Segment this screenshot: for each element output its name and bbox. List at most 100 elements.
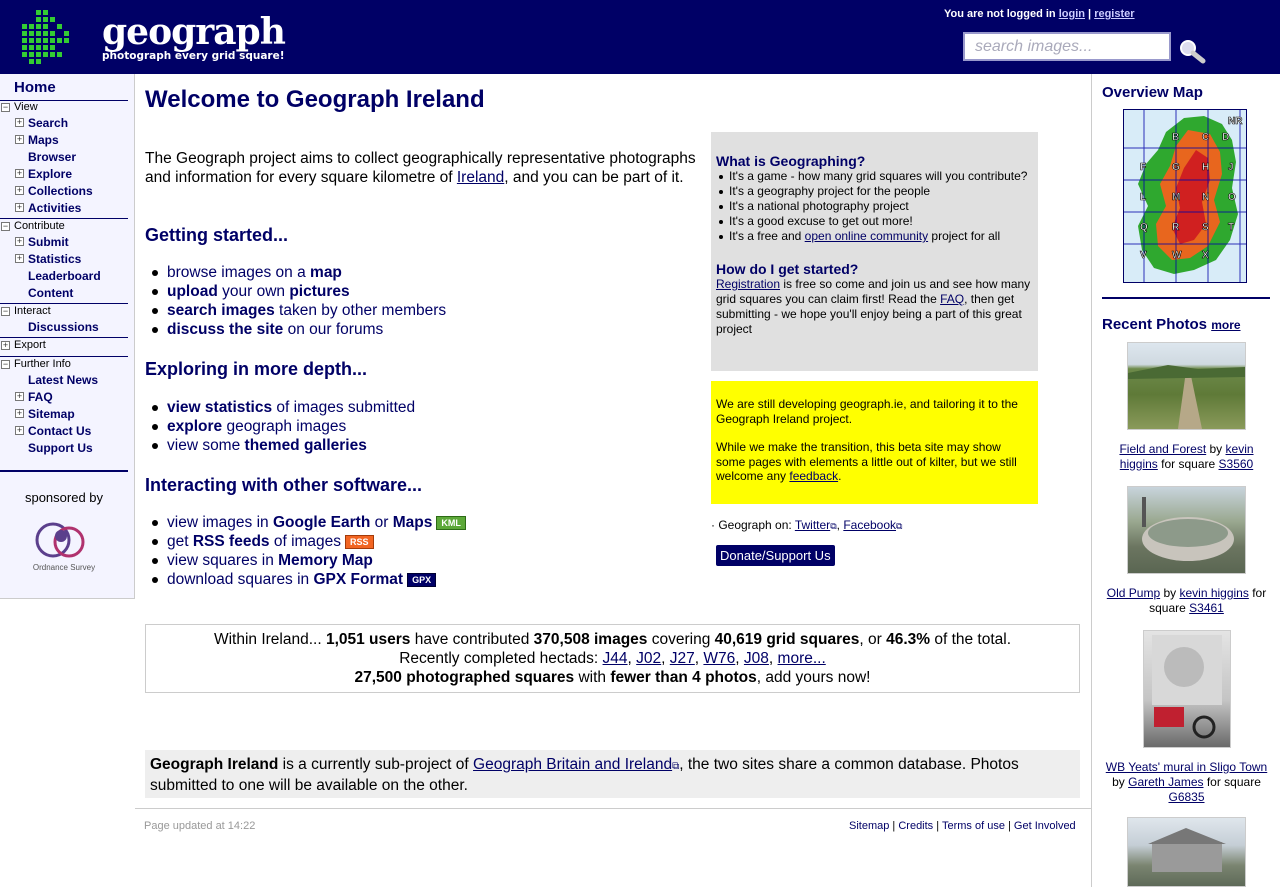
list-item[interactable]: explore geograph images bbox=[151, 417, 415, 436]
interacting-list: view images in Google Earth or Maps KML g… bbox=[152, 513, 466, 589]
photo-thumbnail[interactable] bbox=[1127, 486, 1246, 574]
right-sidebar: Overview Map NR B C D F G H J L M N O Q … bbox=[1091, 74, 1280, 887]
svg-text:F: F bbox=[1140, 162, 1146, 173]
list-item[interactable]: search images taken by other members bbox=[151, 301, 446, 320]
photo-title-link[interactable]: WB Yeats' mural in Sligo Town bbox=[1106, 760, 1267, 774]
nav-section-export bbox=[0, 337, 128, 338]
login-link[interactable]: login bbox=[1059, 8, 1085, 20]
photo-title-link[interactable]: Old Pump bbox=[1107, 586, 1160, 600]
getting-started-list: browse images on a map upload your own p… bbox=[151, 263, 446, 339]
ordnance-survey-logo[interactable]: Ordnance Survey bbox=[31, 520, 97, 572]
photo-title-link[interactable]: Field and Forest bbox=[1119, 442, 1206, 456]
list-item[interactable]: upload your own pictures bbox=[151, 282, 446, 301]
footer-credits-link[interactable]: Credits bbox=[898, 820, 933, 832]
hectad-link[interactable]: J27 bbox=[670, 650, 695, 667]
footer-terms-link[interactable]: Terms of use bbox=[942, 820, 1005, 832]
facebook-link[interactable]: Facebook bbox=[843, 518, 896, 532]
svg-text:W: W bbox=[1172, 250, 1182, 261]
nav-home-link[interactable]: Home bbox=[14, 79, 56, 96]
footer-sitemap-link[interactable]: Sitemap bbox=[849, 820, 889, 832]
photo-author-link[interactable]: kevin higgins bbox=[1179, 586, 1248, 600]
site-header: geograph photograph every grid square! Y… bbox=[0, 0, 1280, 74]
svg-text:M: M bbox=[1172, 192, 1180, 203]
list-item[interactable]: view images in Google Earth or Maps KML bbox=[152, 513, 466, 532]
photo-thumbnail[interactable] bbox=[1127, 342, 1246, 430]
search-input[interactable]: search images... bbox=[963, 32, 1171, 61]
photo-square-link[interactable]: G6835 bbox=[1168, 790, 1204, 804]
left-sidebar: Home − View + Search + Maps Browser + Explor… bbox=[0, 74, 135, 599]
list-item[interactable]: discuss the site on our forums bbox=[151, 320, 446, 339]
svg-text:Q: Q bbox=[1140, 222, 1148, 233]
social-comma: , bbox=[836, 518, 840, 532]
svg-text:R: R bbox=[1172, 222, 1180, 233]
footer-get-involved-link[interactable]: Get Involved bbox=[1014, 820, 1076, 832]
nav-section-further-info bbox=[0, 356, 128, 357]
login-separator: | bbox=[1088, 8, 1092, 20]
sponsor-label: sponsored by bbox=[24, 490, 104, 505]
what-heading: What is Geographing? bbox=[716, 153, 866, 169]
logo-tagline: photograph every grid square! bbox=[102, 50, 285, 62]
rss-badge[interactable]: RSS bbox=[345, 534, 374, 549]
pump-photo-image bbox=[1142, 497, 1234, 561]
recent-photo bbox=[1092, 817, 1280, 887]
hectad-link[interactable]: J08 bbox=[744, 650, 769, 667]
social-links: · Geograph on: Twitter⧉, Facebook⧉ bbox=[711, 518, 902, 532]
svg-text:H: H bbox=[1202, 162, 1209, 173]
beta-notice-p2: While we make the transition, this beta … bbox=[716, 440, 1017, 483]
community-link[interactable]: open online community bbox=[805, 229, 928, 243]
register-link[interactable]: register bbox=[1094, 8, 1134, 20]
more-hectads-link[interactable]: more... bbox=[778, 650, 826, 667]
feedback-link[interactable]: feedback bbox=[789, 469, 838, 483]
list-item[interactable]: view squares in Memory Map bbox=[152, 551, 466, 570]
search-button[interactable] bbox=[1175, 36, 1209, 66]
what-bullet: It's a geography project for the people bbox=[719, 184, 1033, 199]
svg-text:J: J bbox=[1228, 162, 1234, 173]
svg-text:Ordnance Survey: Ordnance Survey bbox=[33, 563, 95, 572]
twitter-link[interactable]: Twitter bbox=[795, 518, 830, 532]
list-item[interactable]: view statistics of images submitted bbox=[151, 398, 415, 417]
beta-notice-p1: We are still developing geograph.ie, and… bbox=[716, 397, 1018, 426]
intro-text-2: , and you can be part of it. bbox=[504, 169, 684, 186]
exploring-heading: Exploring in more depth... bbox=[145, 359, 368, 379]
photo-thumbnail[interactable] bbox=[1127, 817, 1246, 887]
donate-button[interactable]: Donate/Support Us bbox=[716, 545, 835, 566]
hectad-link[interactable]: J02 bbox=[636, 650, 661, 667]
intro-paragraph: The Geograph project aims to collect geo… bbox=[145, 149, 715, 187]
hectad-link[interactable]: J44 bbox=[603, 650, 628, 667]
barn-photo-image bbox=[1148, 828, 1226, 872]
geograph-britain-link[interactable]: Geograph Britain and Ireland bbox=[473, 756, 672, 773]
subproject-notice: Geograph Ireland is a currently sub-proj… bbox=[145, 750, 1080, 798]
photo-caption: WB Yeats' mural in Sligo Town by Gareth … bbox=[1105, 760, 1268, 804]
list-item[interactable]: get RSS feeds of images RSS bbox=[152, 532, 466, 551]
social-prefix: · Geograph on: bbox=[711, 518, 795, 532]
svg-text:G: G bbox=[1172, 162, 1180, 173]
list-item[interactable]: download squares in GPX Format GPX bbox=[152, 570, 466, 589]
stats-line-2: Recently completed hectads: J44, J02, J2… bbox=[399, 650, 826, 667]
recent-photo: Field and Forest by kevin higgins for sq… bbox=[1092, 342, 1280, 472]
registration-link[interactable]: Registration bbox=[716, 277, 780, 291]
photo-square-link[interactable]: S3560 bbox=[1219, 457, 1254, 471]
gpx-badge[interactable]: GPX bbox=[407, 572, 437, 587]
list-item[interactable]: view some themed galleries bbox=[151, 436, 415, 455]
footer-links: Sitemap | Credits | Terms of use | Get I… bbox=[849, 820, 1076, 832]
ireland-link[interactable]: Ireland bbox=[457, 169, 504, 186]
faq-link[interactable]: FAQ bbox=[940, 292, 964, 306]
os-logo-icon: Ordnance Survey bbox=[33, 522, 95, 572]
photo-thumbnail[interactable] bbox=[1142, 630, 1231, 748]
kml-badge[interactable]: KML bbox=[436, 515, 466, 530]
stats-line-1: Within Ireland... 1,051 users have contr… bbox=[213, 631, 1012, 648]
what-bullet: It's a good excuse to get out more! bbox=[719, 214, 1033, 229]
overview-map[interactable]: NR B C D F G H J L M N O Q R S T V W X bbox=[1123, 109, 1247, 283]
hectad-link[interactable]: W76 bbox=[703, 650, 735, 667]
photo-caption: Field and Forest by kevin higgins for sq… bbox=[1119, 442, 1254, 471]
recent-more-link[interactable]: more bbox=[1211, 318, 1240, 332]
photo-author-link[interactable]: Gareth James bbox=[1128, 775, 1203, 789]
list-item[interactable]: browse images on a map bbox=[151, 263, 446, 282]
geograph-logo[interactable]: geograph photograph every grid square! bbox=[20, 8, 286, 64]
photo-square-link[interactable]: S3461 bbox=[1189, 601, 1224, 615]
what-bullet: It's a national photography project bbox=[719, 199, 1033, 214]
svg-text:B: B bbox=[1172, 132, 1179, 143]
external-link-icon: ⧉ bbox=[896, 521, 903, 531]
magnifier-icon bbox=[1180, 40, 1206, 64]
login-status-text: You are not logged in bbox=[944, 8, 1056, 20]
